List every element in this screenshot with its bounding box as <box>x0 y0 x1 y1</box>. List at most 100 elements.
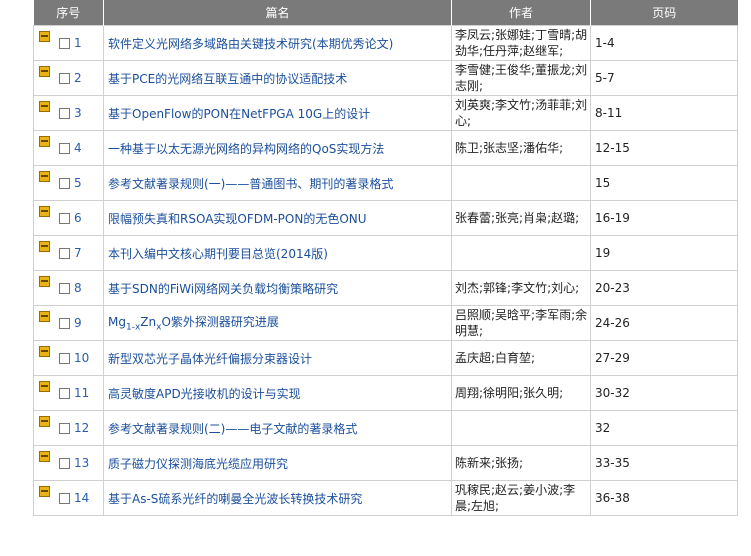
row-number: 4 <box>74 141 82 155</box>
book-icon[interactable] <box>39 65 50 77</box>
row-checkbox[interactable] <box>59 37 70 49</box>
article-title-link[interactable]: 新型双芯光子晶体光纤偏振分束器设计 <box>103 340 452 376</box>
article-title-link[interactable]: 质子磁力仪探测海底光缆应用研究 <box>103 445 452 481</box>
row-checkbox[interactable] <box>59 177 70 189</box>
article-list-page: 序号 篇名 作者 页码 1 软件定义光网络多域路由关键技术研究(本期优秀论文) … <box>0 0 751 556</box>
article-authors: 张春蕾;张亮;肖枭;赵璐; <box>451 200 591 236</box>
table-row: 8 基于SDN的FiWi网络网关负载均衡策略研究 刘杰;郭锋;李文竹;刘心; 2… <box>33 270 738 306</box>
article-title-link[interactable]: 参考文献著录规则(二)——电子文献的著录格式 <box>103 410 452 446</box>
book-icon[interactable] <box>39 205 50 217</box>
article-authors: 周翔;徐明阳;张久明; <box>451 375 591 411</box>
article-authors: 刘英爽;李文竹;汤菲菲;刘心; <box>451 95 591 131</box>
row-checkbox[interactable] <box>59 107 70 119</box>
table-row: 13 质子磁力仪探测海底光缆应用研究 陈新来;张扬; 33-35 <box>33 445 738 481</box>
article-title-link[interactable]: 基于As-S硫系光纤的喇曼全光波长转换技术研究 <box>103 480 452 516</box>
article-title-link[interactable]: 参考文献著录规则(一)——普通图书、期刊的著录格式 <box>103 165 452 201</box>
article-authors: 巩稼民;赵云;姜小波;李晨;左旭; <box>451 480 591 516</box>
row-number: 7 <box>74 246 82 260</box>
row-checkbox[interactable] <box>59 387 70 399</box>
table-row: 3 基于OpenFlow的PON在NetFPGA 10G上的设计 刘英爽;李文竹… <box>33 95 738 131</box>
article-pages: 30-32 <box>590 375 738 411</box>
article-table: 序号 篇名 作者 页码 1 软件定义光网络多域路由关键技术研究(本期优秀论文) … <box>33 0 738 516</box>
row-number: 10 <box>74 351 90 365</box>
table-row: 1 软件定义光网络多域路由关键技术研究(本期优秀论文) 李凤云;张娜娃;丁雪晴;… <box>33 25 738 61</box>
row-number: 2 <box>74 71 82 85</box>
article-pages: 5-7 <box>590 60 738 96</box>
table-row: 12 参考文献著录规则(二)——电子文献的著录格式 32 <box>33 410 738 446</box>
table-row: 6 限幅预失真和RSOA实现OFDM-PON的无色ONU 张春蕾;张亮;肖枭;赵… <box>33 200 738 236</box>
article-authors: 李凤云;张娜娃;丁雪晴;胡劲华;任丹萍;赵继军; <box>451 25 591 61</box>
row-number: 14 <box>74 491 90 505</box>
article-pages: 19 <box>590 235 738 271</box>
article-authors: 陈卫;张志坚;潘佑华; <box>451 130 591 166</box>
article-pages: 24-26 <box>590 305 738 341</box>
book-icon[interactable] <box>39 240 50 252</box>
row-number: 8 <box>74 281 82 295</box>
article-pages: 8-11 <box>590 95 738 131</box>
article-title-link[interactable]: 基于PCE的光网络互联互通中的协议适配技术 <box>103 60 452 96</box>
article-title-link[interactable]: 软件定义光网络多域路由关键技术研究(本期优秀论文) <box>103 25 452 61</box>
table-row: 11 高灵敏度APD光接收机的设计与实现 周翔;徐明阳;张久明; 30-32 <box>33 375 738 411</box>
article-pages: 32 <box>590 410 738 446</box>
book-icon[interactable] <box>39 450 50 462</box>
article-title-link[interactable]: 限幅预失真和RSOA实现OFDM-PON的无色ONU <box>103 200 452 236</box>
row-checkbox[interactable] <box>59 247 70 259</box>
article-pages: 12-15 <box>590 130 738 166</box>
row-checkbox[interactable] <box>59 282 70 294</box>
book-icon[interactable] <box>39 345 50 357</box>
row-number: 13 <box>74 456 90 470</box>
article-pages: 33-35 <box>590 445 738 481</box>
book-icon[interactable] <box>39 485 50 497</box>
table-row: 7 本刊入编中文核心期刊要目总览(2014版) 19 <box>33 235 738 271</box>
header-author: 作者 <box>451 0 591 26</box>
row-checkbox[interactable] <box>59 457 70 469</box>
book-icon[interactable] <box>39 310 50 322</box>
book-icon[interactable] <box>39 30 50 42</box>
formula: Mg1-xZnxO <box>108 315 171 333</box>
row-checkbox[interactable] <box>59 317 70 329</box>
article-pages: 36-38 <box>590 480 738 516</box>
article-title-link[interactable]: 本刊入编中文核心期刊要目总览(2014版) <box>103 235 452 271</box>
article-authors: 吕照顺;吴晗平;李军雨;余明慧; <box>451 305 591 341</box>
book-icon[interactable] <box>39 170 50 182</box>
row-number: 6 <box>74 211 82 225</box>
row-checkbox[interactable] <box>59 72 70 84</box>
article-pages: 27-29 <box>590 340 738 376</box>
table-row: 9 Mg1-xZnxO紫外探测器研究进展 吕照顺;吴晗平;李军雨;余明慧; 24… <box>33 305 738 341</box>
table-row: 10 新型双芯光子晶体光纤偏振分束器设计 孟庆超;白育堃; 27-29 <box>33 340 738 376</box>
article-title-link[interactable]: 一种基于以太无源光网络的异构网络的QoS实现方法 <box>103 130 452 166</box>
row-checkbox[interactable] <box>59 142 70 154</box>
row-checkbox[interactable] <box>59 212 70 224</box>
article-authors <box>451 235 591 271</box>
row-checkbox[interactable] <box>59 492 70 504</box>
article-authors: 刘杰;郭锋;李文竹;刘心; <box>451 270 591 306</box>
row-number: 5 <box>74 176 82 190</box>
book-icon[interactable] <box>39 135 50 147</box>
article-title-link[interactable]: 基于SDN的FiWi网络网关负载均衡策略研究 <box>103 270 452 306</box>
row-checkbox[interactable] <box>59 422 70 434</box>
article-authors <box>451 410 591 446</box>
book-icon[interactable] <box>39 415 50 427</box>
row-number: 9 <box>74 316 82 330</box>
article-title-link[interactable]: 高灵敏度APD光接收机的设计与实现 <box>103 375 452 411</box>
article-authors: 李雪健;王俊华;董振龙;刘志刚; <box>451 60 591 96</box>
article-title-link[interactable]: Mg1-xZnxO紫外探测器研究进展 <box>103 305 452 341</box>
article-title-link[interactable]: 基于OpenFlow的PON在NetFPGA 10G上的设计 <box>103 95 452 131</box>
book-icon[interactable] <box>39 275 50 287</box>
header-no: 序号 <box>33 0 104 26</box>
book-icon[interactable] <box>39 380 50 392</box>
table-header-row: 序号 篇名 作者 页码 <box>33 0 738 26</box>
article-authors: 陈新来;张扬; <box>451 445 591 481</box>
header-pages: 页码 <box>590 0 738 26</box>
row-number: 1 <box>74 36 82 50</box>
book-icon[interactable] <box>39 100 50 112</box>
article-authors <box>451 165 591 201</box>
header-title: 篇名 <box>103 0 452 26</box>
row-checkbox[interactable] <box>59 352 70 364</box>
row-number: 11 <box>74 386 90 400</box>
table-row: 5 参考文献著录规则(一)——普通图书、期刊的著录格式 15 <box>33 165 738 201</box>
row-number: 12 <box>74 421 90 435</box>
article-pages: 20-23 <box>590 270 738 306</box>
article-pages: 15 <box>590 165 738 201</box>
article-pages: 16-19 <box>590 200 738 236</box>
